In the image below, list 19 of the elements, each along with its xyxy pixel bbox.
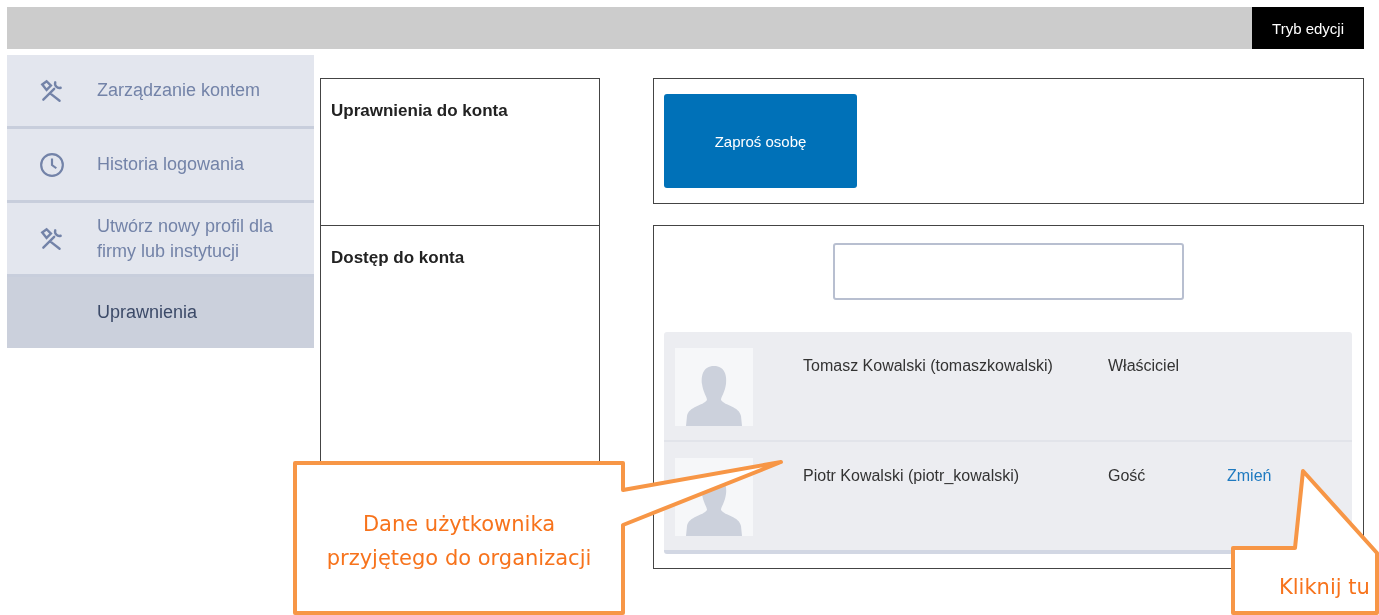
section-title: Uprawnienia do konta <box>331 101 508 120</box>
member-name: Piotr Kowalski (piotr_kowalski) <box>803 467 1021 486</box>
section-title: Dostęp do konta <box>331 248 465 267</box>
sidebar-item[interactable]: Historia logowania <box>7 129 314 203</box>
clock-icon <box>39 151 65 178</box>
tools-icon <box>39 77 65 104</box>
tools-icon <box>39 225 65 252</box>
invite-button[interactable]: Zaproś osobę <box>664 94 857 188</box>
sidebar-item[interactable]: Uprawnienia <box>7 277 314 348</box>
member-role: Właściciel <box>1108 357 1181 376</box>
sidebar-item[interactable]: Utwórz nowy profil dla firmy lub instytucji <box>7 203 314 277</box>
callout-text: Dane użytkownika przyjętego do organizacji <box>325 511 593 572</box>
edit-mode-button[interactable]: Tryb edycji <box>1252 7 1364 49</box>
member-name: Tomasz Kowalski (tomaszkowalski) <box>803 357 1054 376</box>
change-link[interactable]: Zmień <box>1227 467 1272 536</box>
member-role: Gość <box>1108 467 1147 486</box>
search-field[interactable] <box>833 243 1184 300</box>
sidebar-item[interactable]: Zarządzanie kontem <box>7 55 314 129</box>
callout-text: Kliknij tu <box>1279 574 1370 601</box>
